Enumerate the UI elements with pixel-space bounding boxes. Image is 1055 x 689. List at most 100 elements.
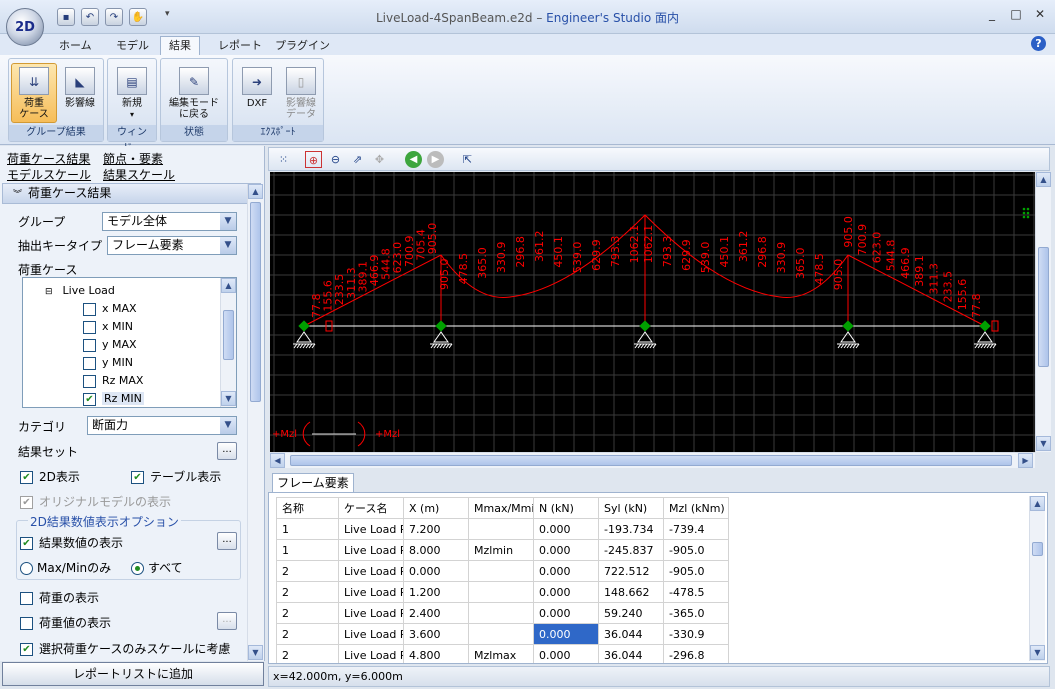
column-header[interactable]: Mzl (kNm)	[663, 497, 729, 519]
table-cell[interactable]: 7.200	[403, 518, 469, 540]
result-set-button[interactable]: ...	[217, 442, 237, 460]
table-cell[interactable]: Mzlmax	[468, 644, 534, 663]
table-cell[interactable]: -365.0	[663, 602, 729, 624]
redo-icon[interactable]: ↷	[105, 8, 123, 26]
table-scrollbar[interactable]: ▲ ▼	[1029, 496, 1045, 661]
show-values-checkbox[interactable]: ✔ 結果数値の表示	[20, 534, 123, 551]
tab-report[interactable]: レポート	[209, 36, 271, 56]
tree-root[interactable]: ⊟ Live Load	[45, 282, 236, 300]
table-cell[interactable]: 4.800	[403, 644, 469, 663]
show-original-checkbox[interactable]: ✔ オリジナルモデルの表示	[20, 493, 171, 510]
table-cell[interactable]: 1	[276, 539, 339, 561]
scroll-down-icon[interactable]: ▼	[1036, 436, 1051, 451]
load-values-button[interactable]: ...	[217, 612, 237, 630]
link-model-scale[interactable]: モデルスケール	[7, 166, 91, 183]
table-cell[interactable]: Live Load Rz	[338, 623, 404, 645]
link-result-scale[interactable]: 結果スケール	[103, 166, 175, 183]
save-icon[interactable]: ▪	[57, 8, 75, 26]
table-cell[interactable]: -330.9	[663, 623, 729, 645]
table-cell[interactable]: 1	[276, 518, 339, 540]
scroll-thumb[interactable]	[223, 310, 234, 360]
checkbox-checked[interactable]: ✔	[83, 392, 96, 406]
scroll-down-icon[interactable]: ▼	[221, 391, 236, 406]
show-load-values-checkbox[interactable]: 荷重値の表示	[20, 614, 111, 631]
scroll-thumb[interactable]	[290, 455, 1012, 466]
tree-item-x-min[interactable]: x MIN	[83, 318, 236, 336]
scroll-up-icon[interactable]: ▲	[1030, 496, 1045, 511]
pointer-list-icon[interactable]: ⇱	[459, 151, 476, 168]
table-cell[interactable]: -193.734	[598, 518, 664, 540]
checkbox[interactable]	[83, 320, 96, 334]
checkbox[interactable]	[83, 302, 96, 316]
category-select[interactable]: 断面力 ▼	[87, 416, 237, 435]
table-cell[interactable]: 2	[276, 644, 339, 663]
table-row[interactable]: 1Live Load Rz7.200 0.000-193.734-739.4	[276, 518, 729, 540]
influence-data-button[interactable]: ▯ 影響線 データ	[278, 63, 324, 123]
tree-scrollbar[interactable]: ▲ ▼	[220, 278, 236, 407]
table-cell[interactable]: Live Load Rz	[338, 644, 404, 663]
table-cell[interactable]: Live Load Rz	[338, 539, 404, 561]
tab-model[interactable]: モデル	[107, 36, 158, 56]
link-load-case-results[interactable]: 荷重ケース結果	[7, 150, 90, 167]
forward-icon[interactable]: ▶	[427, 151, 444, 168]
table-cell[interactable]: 59.240	[598, 602, 664, 624]
table-cell[interactable]: 0.000	[533, 623, 599, 645]
table-cell[interactable]: 148.662	[598, 581, 664, 603]
table-cell[interactable]: -296.8	[663, 644, 729, 663]
radio-all[interactable]: すべて	[131, 559, 183, 576]
table-cell[interactable]: -905.0	[663, 539, 729, 561]
tree-item-rz-max[interactable]: Rz MAX	[83, 372, 236, 390]
table-cell[interactable]: 2	[276, 581, 339, 603]
table-cell[interactable]: Live Load Rz	[338, 560, 404, 582]
table-cell[interactable]	[468, 560, 534, 582]
table-cell[interactable]: Live Load Rz	[338, 581, 404, 603]
radio-maxmin[interactable]: Max/Minのみ	[20, 559, 111, 576]
values-options-button[interactable]: ...	[217, 532, 237, 550]
table-cell[interactable]: -245.837	[598, 539, 664, 561]
table-row[interactable]: 2Live Load Rz4.800Mzlmax0.00036.044-296.…	[276, 644, 729, 663]
app-menu-button[interactable]: 2D	[6, 8, 44, 46]
scale-selected-checkbox[interactable]: ✔ 選択荷重ケースのみスケールに考慮	[20, 640, 230, 657]
load-case-button[interactable]: ⇊ 荷重 ケース	[11, 63, 57, 123]
table-cell[interactable]: 8.000	[403, 539, 469, 561]
table-cell[interactable]: Mzlmin	[468, 539, 534, 561]
table-cell[interactable]: 2.400	[403, 602, 469, 624]
table-cell[interactable]: 0.000	[533, 644, 599, 663]
close-button[interactable]: ✕	[1030, 7, 1050, 23]
table-cell[interactable]	[468, 623, 534, 645]
show-2d-checkbox[interactable]: ✔ 2D表示	[20, 468, 80, 485]
table-cell[interactable]: 722.512	[598, 560, 664, 582]
table-cell[interactable]: -905.0	[663, 560, 729, 582]
help-icon[interactable]: ?	[1031, 36, 1046, 51]
table-cell[interactable]: Live Load Rz	[338, 602, 404, 624]
table-cell[interactable]: 1.200	[403, 581, 469, 603]
hand-icon[interactable]: ✋	[129, 8, 147, 26]
tab-results[interactable]: 結果	[160, 36, 200, 56]
table-cell[interactable]: -739.4	[663, 518, 729, 540]
tab-plugin[interactable]: プラグイン	[266, 36, 339, 56]
section-header[interactable]: ︾ 荷重ケース結果	[2, 183, 261, 204]
dxf-export-button[interactable]: ➜ DXF	[234, 63, 280, 123]
canvas-vscrollbar[interactable]: ▲ ▼	[1035, 172, 1051, 452]
tree-item-rz-min[interactable]: ✔ Rz MIN	[83, 390, 236, 407]
table-cell[interactable]	[468, 518, 534, 540]
group-select[interactable]: モデル全体 ▼	[102, 212, 237, 231]
checkbox[interactable]	[83, 356, 96, 370]
undo-icon[interactable]: ↶	[81, 8, 99, 26]
scroll-up-icon[interactable]: ▲	[248, 184, 263, 199]
scroll-down-icon[interactable]: ▼	[248, 645, 263, 660]
new-window-button[interactable]: ▤ 新規 ▾	[109, 63, 155, 123]
left-panel-scrollbar[interactable]: ▲ ▼	[247, 184, 263, 661]
show-table-checkbox[interactable]: ✔ テーブル表示	[131, 468, 221, 485]
tree-item-y-max[interactable]: y MAX	[83, 336, 236, 354]
table-cell[interactable]: 2	[276, 560, 339, 582]
table-row[interactable]: 2Live Load Rz1.200 0.000148.662-478.5	[276, 581, 729, 603]
zoom-out-icon[interactable]: ⊖	[327, 151, 344, 168]
minimize-button[interactable]: _	[982, 7, 1002, 23]
scroll-left-icon[interactable]: ◀	[270, 453, 285, 468]
scroll-up-icon[interactable]: ▲	[221, 278, 236, 293]
table-cell[interactable]: 2	[276, 623, 339, 645]
table-cell[interactable]: 0.000	[533, 560, 599, 582]
select-icon[interactable]: ⁙	[275, 151, 292, 168]
tree-item-x-max[interactable]: x MAX	[83, 300, 236, 318]
